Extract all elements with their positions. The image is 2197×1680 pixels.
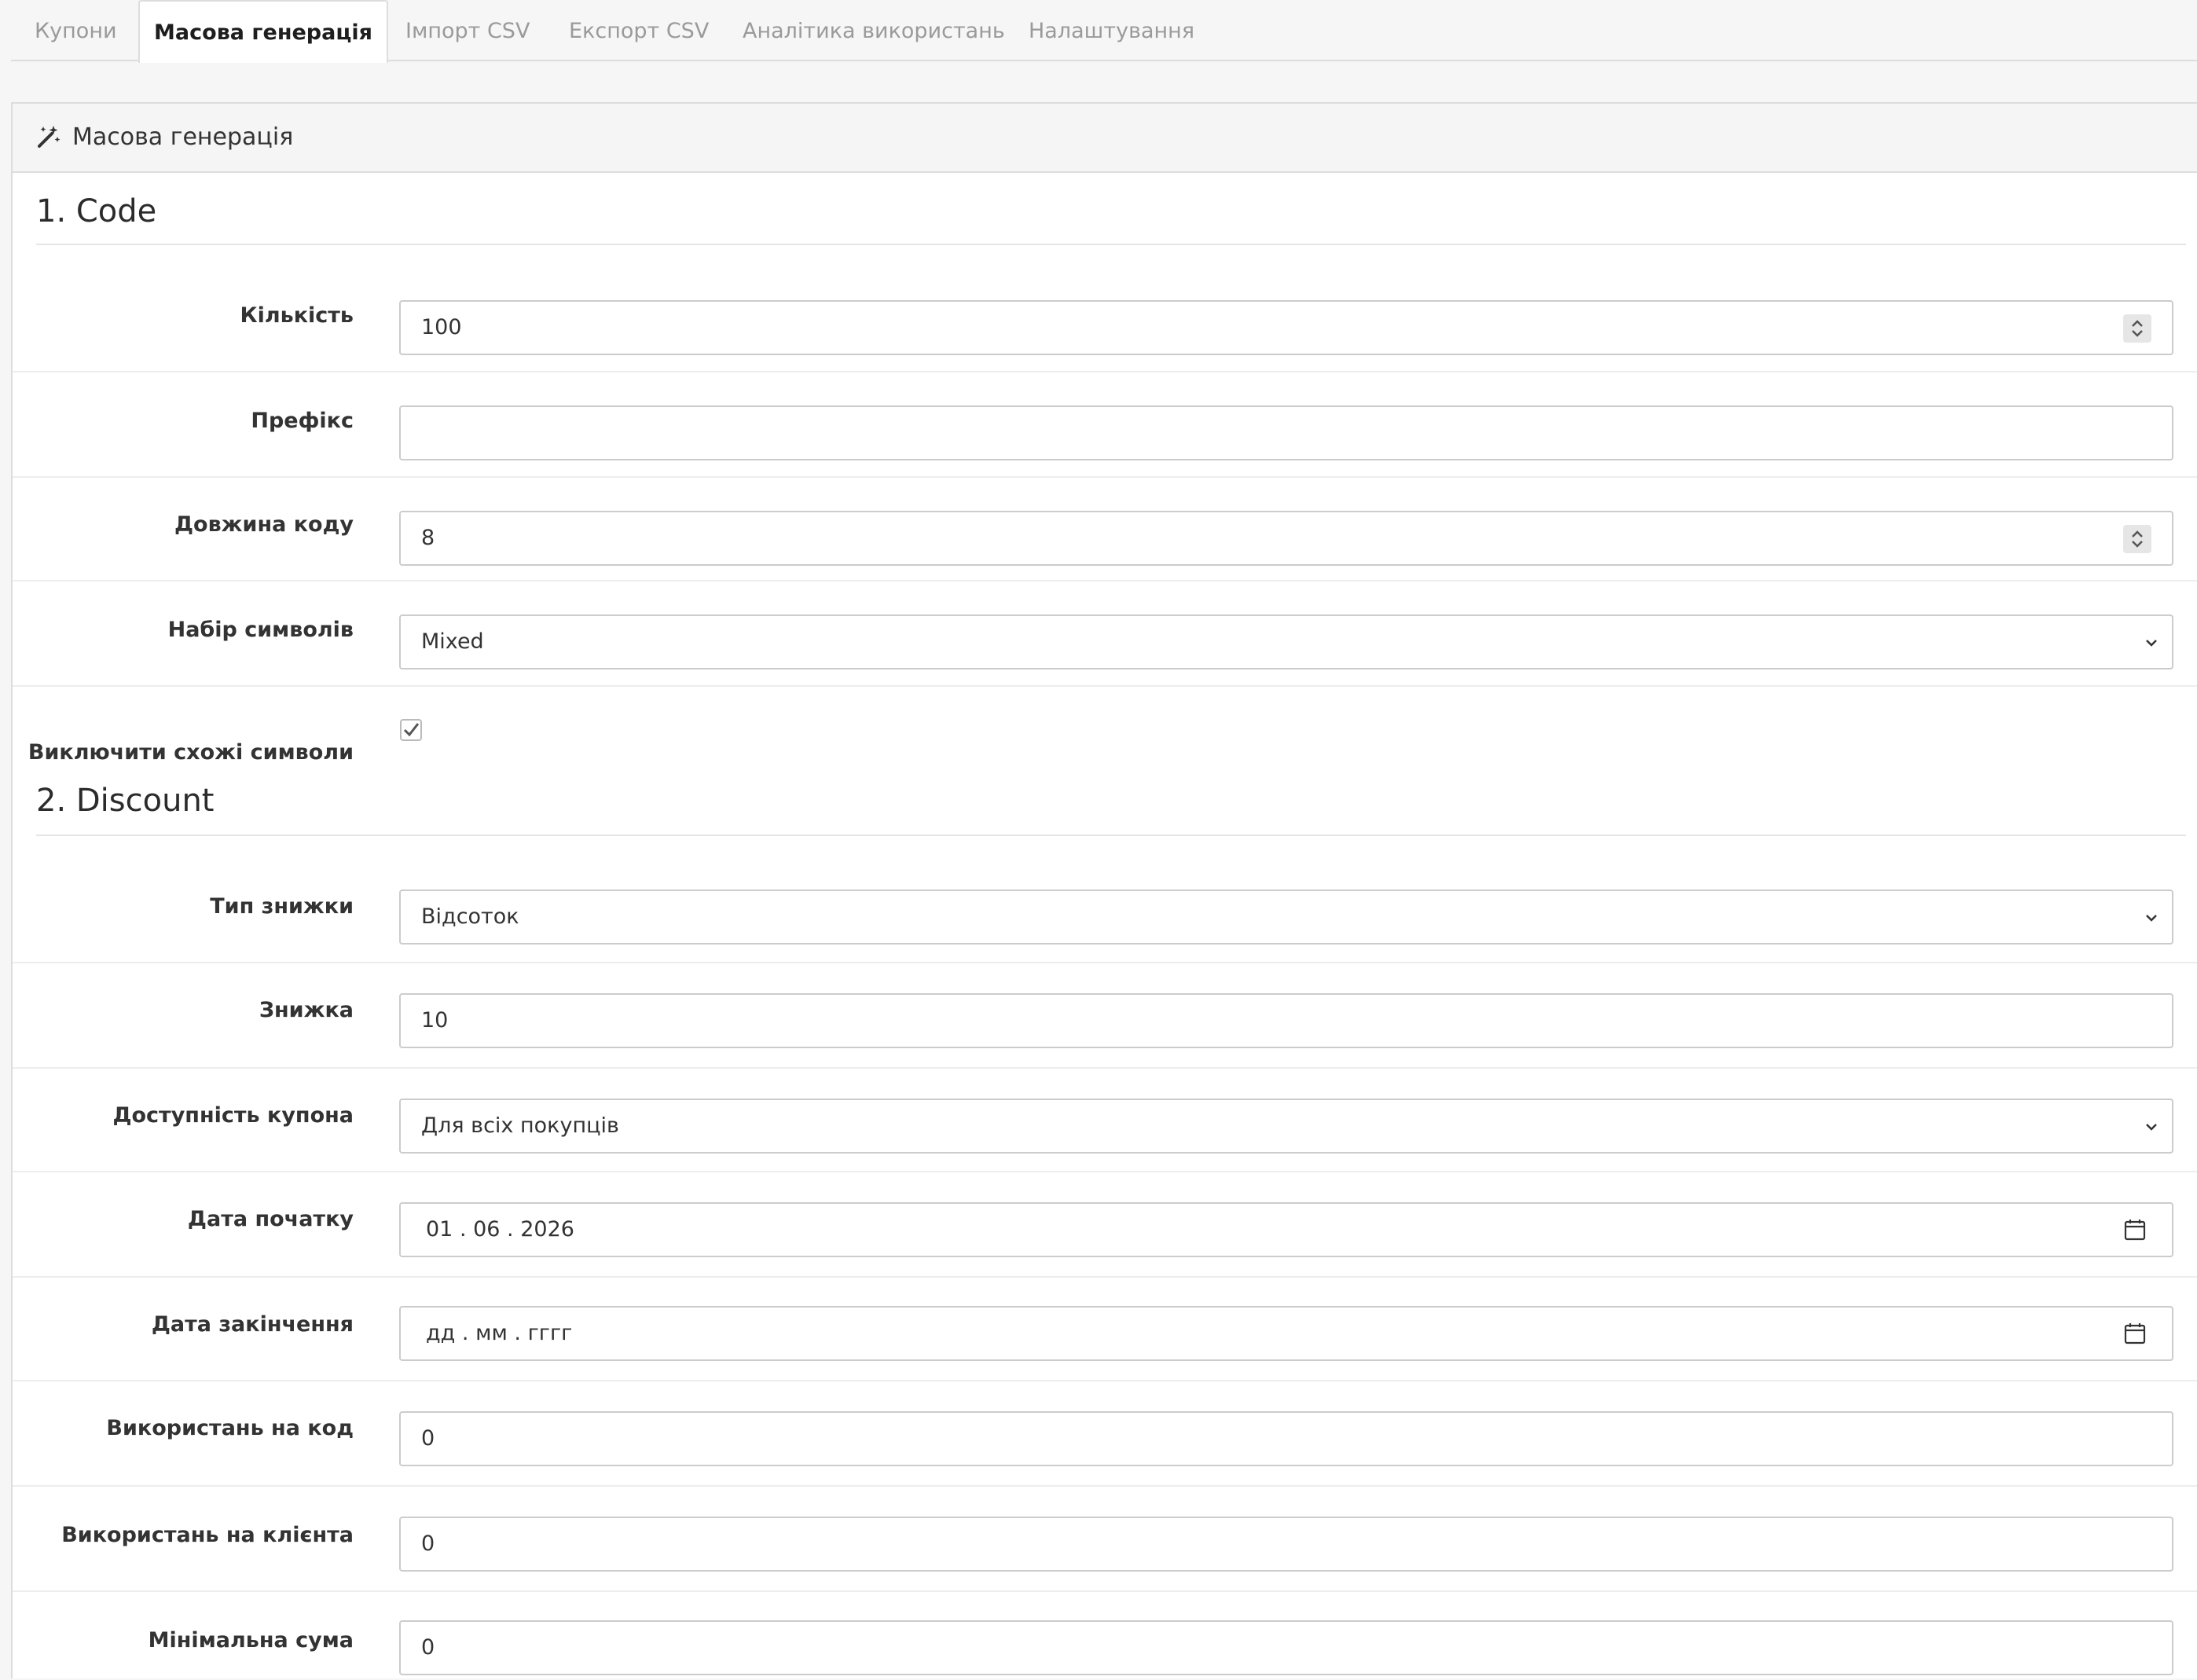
tab-bulk-generation[interactable]: Масова генерація: [138, 0, 388, 63]
charset-select[interactable]: Mixed: [399, 614, 2173, 669]
chevron-down-icon: [2146, 640, 2157, 647]
section-title-discount: 2. Discount: [36, 785, 2186, 836]
start-date-input[interactable]: 01 . 06 . 2026: [399, 1202, 2173, 1257]
section-title-code: 1. Code: [36, 196, 2186, 245]
exclude-similar-checkbox[interactable]: [399, 718, 423, 742]
tab-bar: Купони Масова генерація Імпорт CSV Експо…: [11, 0, 2197, 63]
prefix-input[interactable]: [399, 405, 2173, 460]
magic-wand-icon: [38, 126, 61, 148]
discount-input[interactable]: 10: [399, 993, 2173, 1048]
tab-export-csv[interactable]: Експорт CSV: [569, 0, 709, 61]
tab-settings[interactable]: Налаштування: [1029, 0, 1194, 61]
discount-type-select[interactable]: Відсоток: [399, 890, 2173, 945]
charset-label: Набір символів: [167, 618, 354, 642]
calendar-icon[interactable]: [2123, 1218, 2147, 1242]
discount-label: Знижка: [259, 998, 354, 1022]
start-date-label: Дата початку: [187, 1207, 354, 1231]
row-exclude-similar: Виключити схожі символи: [13, 687, 2197, 789]
code-length-label: Довжина коду: [174, 512, 354, 537]
end-date-label: Дата закінчення: [151, 1312, 354, 1337]
end-date-input[interactable]: дд . мм . гггг: [399, 1306, 2173, 1361]
panel-heading: Масова генерація: [13, 104, 2197, 173]
uses-per-customer-label: Використань на клієнта: [61, 1523, 354, 1547]
tab-import-csv[interactable]: Імпорт CSV: [405, 0, 530, 61]
exclude-similar-label: Виключити схожі символи: [28, 740, 354, 765]
tab-coupons[interactable]: Купони: [35, 0, 117, 61]
min-sum-input[interactable]: 0: [399, 1620, 2173, 1675]
spinner-icon[interactable]: [2123, 314, 2151, 343]
code-length-input[interactable]: 8: [399, 511, 2173, 566]
tab-usage-analytics[interactable]: Аналітика використань: [743, 0, 1005, 61]
min-sum-label: Мінімальна сума: [148, 1628, 354, 1652]
uses-per-customer-input[interactable]: 0: [399, 1517, 2173, 1572]
calendar-icon[interactable]: [2123, 1322, 2147, 1345]
spinner-icon[interactable]: [2123, 525, 2151, 553]
chevron-down-icon: [2146, 1124, 2157, 1131]
quantity-label: Кількість: [240, 303, 354, 328]
uses-per-code-label: Використань на код: [106, 1416, 354, 1440]
availability-select[interactable]: Для всіх покупців: [399, 1099, 2173, 1154]
chevron-down-icon: [2146, 915, 2157, 922]
availability-label: Доступність купона: [112, 1103, 354, 1128]
uses-per-code-input[interactable]: 0: [399, 1411, 2173, 1466]
quantity-input[interactable]: 100: [399, 300, 2173, 355]
prefix-label: Префікс: [251, 409, 354, 433]
panel-title: Масова генерація: [72, 123, 294, 151]
discount-type-label: Тип знижки: [210, 894, 354, 919]
